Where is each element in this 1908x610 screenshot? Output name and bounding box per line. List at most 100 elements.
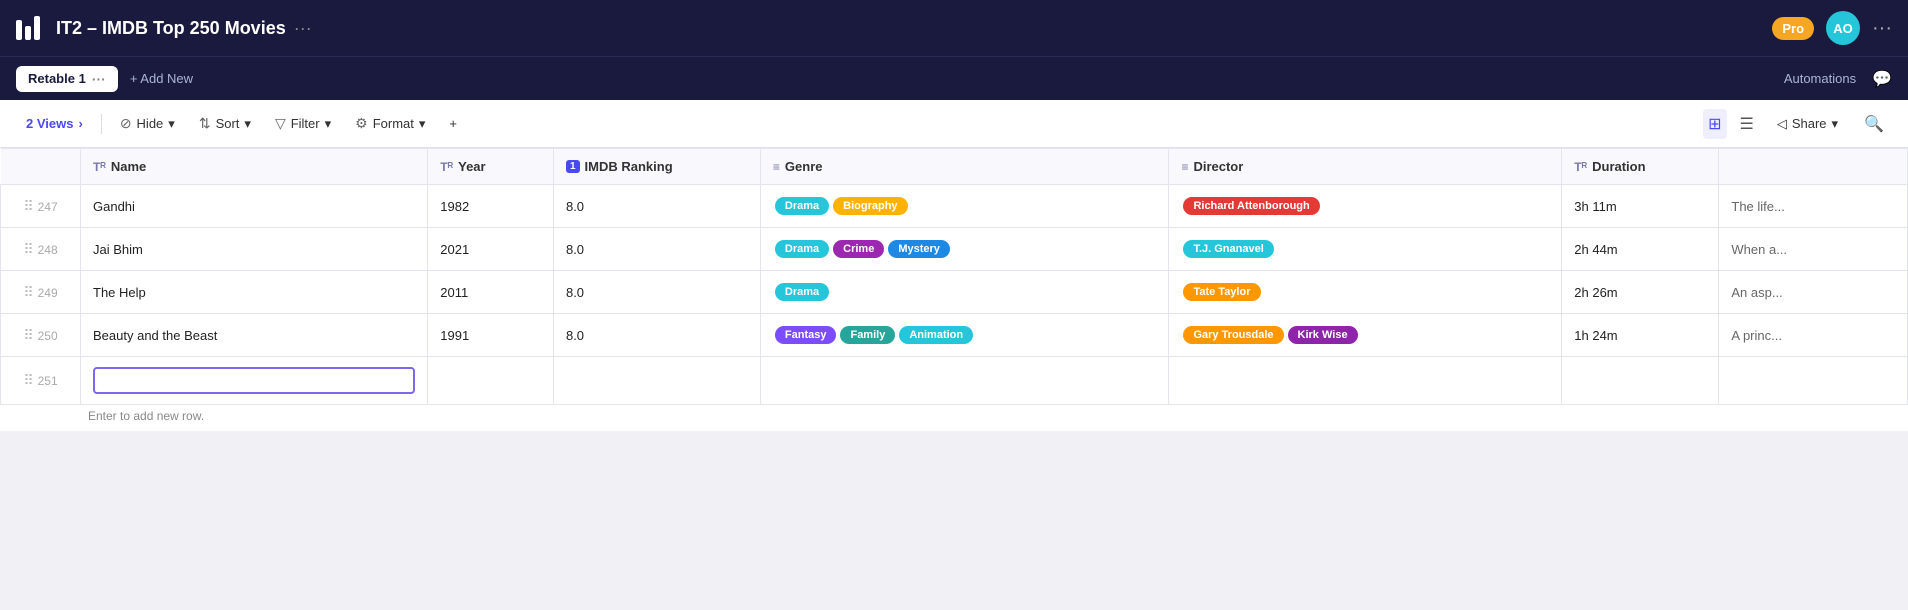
- format-button[interactable]: ⚙ Format ▾: [345, 110, 435, 137]
- genre-tag[interactable]: Drama: [775, 240, 829, 258]
- add-row-hint: Enter to add new row.: [0, 405, 1908, 431]
- row-year-cell: 1991: [428, 314, 554, 357]
- new-row-empty-cell: [1562, 357, 1719, 405]
- new-row-empty-cell: [428, 357, 554, 405]
- hide-chevron-icon: ▾: [168, 116, 175, 132]
- row-num-header: [1, 149, 81, 185]
- row-director-cell: Gary Trousdale Kirk Wise: [1169, 314, 1562, 357]
- row-duration-cell: 3h 11m: [1562, 185, 1719, 228]
- row-ranking-cell: 8.0: [553, 228, 760, 271]
- genre-tag[interactable]: Mystery: [888, 240, 950, 258]
- row-name-cell[interactable]: Beauty and the Beast: [81, 314, 428, 357]
- new-row[interactable]: ⠿ 251: [1, 357, 1908, 405]
- genre-tag[interactable]: Fantasy: [775, 326, 837, 344]
- add-column-button[interactable]: +: [439, 111, 467, 136]
- col-header-duration[interactable]: Tᴿ Duration: [1562, 149, 1719, 185]
- chat-icon[interactable]: 💬: [1872, 69, 1892, 89]
- row-extra-cell: An asp...: [1719, 271, 1908, 314]
- drag-handle-icon: ⠿: [23, 372, 33, 388]
- col-header-imdb[interactable]: 1 IMDB Ranking: [553, 149, 760, 185]
- top-navbar: IT2 – IMDB Top 250 Movies ··· Pro AO ···: [0, 0, 1908, 56]
- row-name-cell[interactable]: The Help: [81, 271, 428, 314]
- new-row-empty-cell: [1719, 357, 1908, 405]
- director-tag[interactable]: T.J. Gnanavel: [1183, 240, 1273, 258]
- row-name-cell[interactable]: Gandhi: [81, 185, 428, 228]
- table-body: ⠿247Gandhi19828.0DramaBiographyRichard A…: [1, 185, 1908, 405]
- col-header-director[interactable]: ≡ Director: [1169, 149, 1562, 185]
- app-title-dots[interactable]: ···: [294, 18, 312, 39]
- row-year-cell: 2011: [428, 271, 554, 314]
- col-header-year[interactable]: Tᴿ Year: [428, 149, 554, 185]
- hide-button[interactable]: ⊘ Hide ▾: [110, 110, 185, 137]
- filter-icon: ▽: [275, 115, 286, 132]
- share-icon: ◁: [1777, 116, 1787, 132]
- grid-view-button[interactable]: ⊞: [1703, 109, 1726, 139]
- format-icon: ⚙: [355, 115, 368, 132]
- genre-tag[interactable]: Family: [840, 326, 895, 344]
- row-year-cell: 2021: [428, 228, 554, 271]
- table-row[interactable]: ⠿250Beauty and the Beast19918.0FantasyFa…: [1, 314, 1908, 357]
- col-header-genre[interactable]: ≡ Genre: [760, 149, 1169, 185]
- logo-icon: [16, 16, 40, 40]
- logo: [16, 16, 40, 40]
- automations-button[interactable]: Automations: [1784, 71, 1856, 86]
- sort-button[interactable]: ⇅ Sort ▾: [189, 110, 261, 137]
- new-row-number-cell: ⠿ 251: [1, 357, 81, 405]
- search-button[interactable]: 🔍: [1856, 109, 1892, 139]
- year-col-icon: Tᴿ: [440, 160, 453, 174]
- table-header-row: Tᴿ Name Tᴿ Year 1 IMDB Ranking: [1, 149, 1908, 185]
- director-tag[interactable]: Gary Trousdale: [1183, 326, 1283, 344]
- share-label: Share: [1792, 116, 1827, 131]
- row-duration-cell: 2h 44m: [1562, 228, 1719, 271]
- list-view-button[interactable]: ☰: [1735, 109, 1759, 139]
- tab-more-icon[interactable]: ···: [92, 71, 106, 87]
- director-col-icon: ≡: [1181, 160, 1188, 174]
- logo-bar-2: [25, 26, 31, 40]
- row-name-cell[interactable]: Jai Bhim: [81, 228, 428, 271]
- drag-handle-icon: ⠿: [23, 284, 33, 300]
- filter-chevron-icon: ▾: [325, 116, 332, 132]
- genre-tag[interactable]: Drama: [775, 197, 829, 215]
- table-row[interactable]: ⠿248Jai Bhim20218.0 DramaCrimeMystery T.J.…: [1, 228, 1908, 271]
- drag-handle-icon: ⠿: [23, 198, 33, 214]
- genre-tag[interactable]: Animation: [899, 326, 973, 344]
- filter-label: Filter: [291, 116, 320, 131]
- table-row[interactable]: ⠿249The Help20118.0DramaTate Taylor2h 26…: [1, 271, 1908, 314]
- new-row-name-input[interactable]: [93, 367, 415, 394]
- row-extra-cell: The life...: [1719, 185, 1908, 228]
- imdb-col-label: IMDB Ranking: [585, 159, 673, 174]
- format-label: Format: [373, 116, 414, 131]
- new-row-empty-cell: [553, 357, 760, 405]
- director-tag[interactable]: Tate Taylor: [1183, 283, 1260, 301]
- toolbar: 2 Views › ⊘ Hide ▾ ⇅ Sort ▾ ▽ Filter ▾ ⚙…: [0, 100, 1908, 148]
- row-number: 248: [38, 243, 58, 257]
- filter-button[interactable]: ▽ Filter ▾: [265, 110, 341, 137]
- new-row-input-cell[interactable]: [81, 357, 428, 405]
- table-row[interactable]: ⠿247Gandhi19828.0DramaBiographyRichard A…: [1, 185, 1908, 228]
- col-header-name[interactable]: Tᴿ Name: [81, 149, 428, 185]
- row-number-cell: ⠿248: [1, 228, 81, 271]
- sort-chevron-icon: ▾: [244, 116, 251, 132]
- share-button[interactable]: ◁ Share ▾: [1767, 111, 1848, 137]
- sort-icon: ⇅: [199, 115, 211, 132]
- toolbar-divider-1: [101, 114, 102, 134]
- new-row-number: 251: [38, 374, 58, 388]
- hide-label: Hide: [137, 116, 164, 131]
- more-options-icon[interactable]: ···: [1872, 17, 1892, 40]
- row-duration-cell: 1h 24m: [1562, 314, 1719, 357]
- row-number-cell: ⠿247: [1, 185, 81, 228]
- views-button[interactable]: 2 Views ›: [16, 111, 93, 136]
- retable-tab[interactable]: Retable 1 ···: [16, 66, 118, 92]
- genre-tag[interactable]: Biography: [833, 197, 907, 215]
- genre-tag[interactable]: Drama: [775, 283, 829, 301]
- genre-tag[interactable]: Crime: [833, 240, 884, 258]
- sub-navbar: Retable 1 ··· + Add New Automations 💬: [0, 56, 1908, 100]
- row-genre-cell: DramaBiography: [760, 185, 1169, 228]
- add-column-icon: +: [449, 116, 457, 131]
- row-number-cell: ⠿249: [1, 271, 81, 314]
- add-new-button[interactable]: + Add New: [130, 71, 193, 86]
- director-tag[interactable]: Richard Attenborough: [1183, 197, 1319, 215]
- avatar[interactable]: AO: [1826, 11, 1860, 45]
- director-tag[interactable]: Kirk Wise: [1288, 326, 1358, 344]
- sort-label: Sort: [216, 116, 240, 131]
